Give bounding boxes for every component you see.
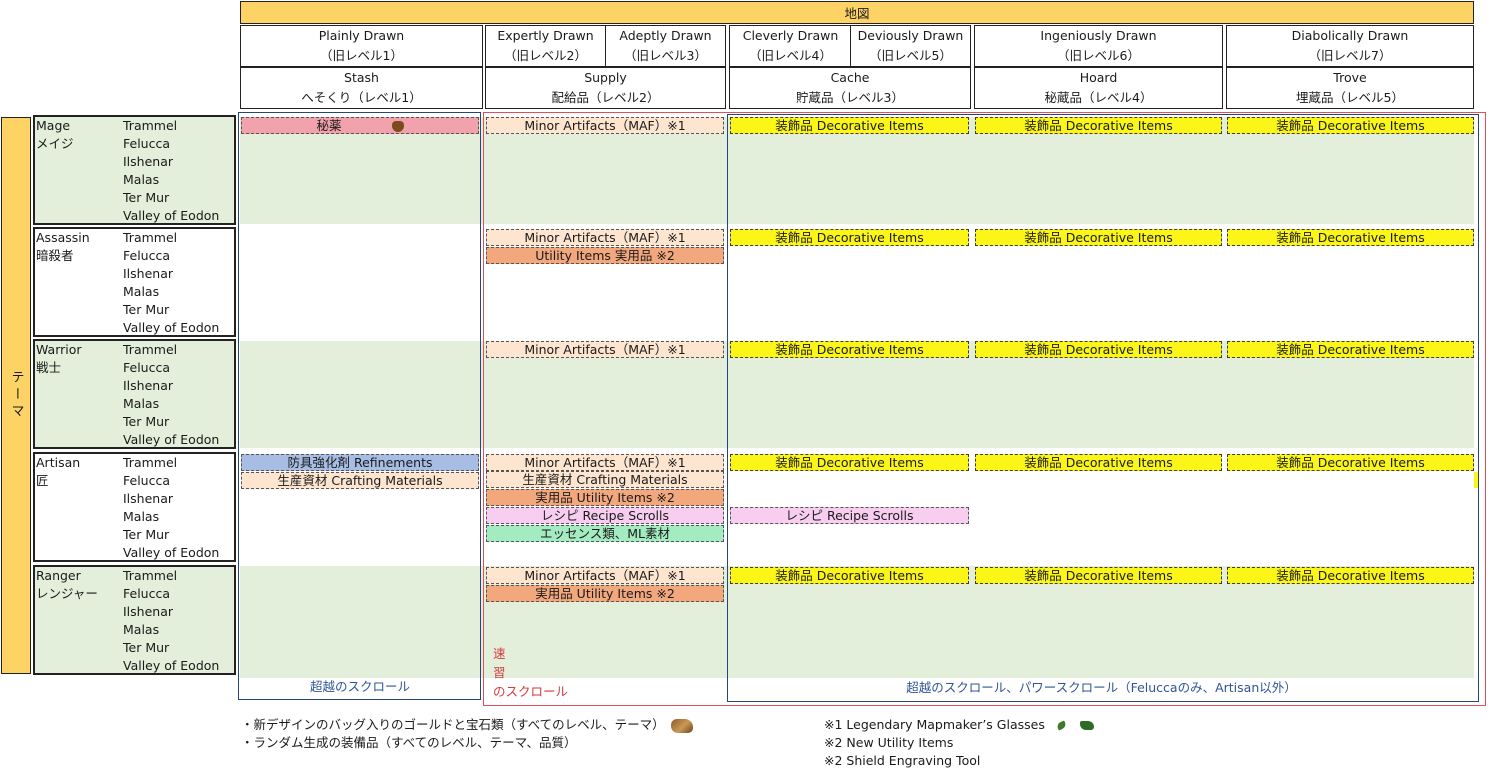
decorative-tag-ranger-trove: 装飾品 Decorative Items	[1227, 567, 1474, 584]
scroll-label-stash: 超越のスクロール	[309, 679, 410, 694]
crafting-tag-supply: 生産資材 Crafting Materials	[486, 471, 724, 488]
facet-list-artisan: Trammel Felucca Ilshenar Malas Ter Mur Valley…	[123, 455, 220, 560]
drawn-adeptly: Adeptly Drawn （旧レベル3）	[605, 25, 726, 67]
facet-list-assassin: Trammel Felucca Ilshenar Malas Ter Mur Valley…	[123, 230, 220, 335]
theme-mage-name: Mage メイジ	[36, 118, 74, 151]
level-cache: Cache 貯蔵品（レベル3）	[729, 67, 971, 109]
glasses-icon	[1079, 721, 1094, 730]
reagent-bag-icon	[391, 121, 404, 132]
glasses-icon	[1055, 720, 1067, 731]
theme-assassin-name: Assassin 暗殺者	[36, 230, 90, 263]
decorative-tag-mage-trove: 装飾品 Decorative Items	[1227, 117, 1474, 134]
decorative-tag-ranger-hoard: 装飾品 Decorative Items	[975, 567, 1222, 584]
utility-tag-assassin: Utility Items 実用品 ※2	[486, 247, 724, 264]
drawn-plainly: Plainly Drawn （旧レベル1）	[240, 25, 483, 67]
reagents-tag: 秘薬	[241, 117, 479, 134]
footnote-new-utility: ※2 New Utility Items	[824, 735, 954, 750]
scroll-label-supply: 速 習 のスクロール	[493, 646, 569, 699]
decorative-tag-warrior-cache: 装飾品 Decorative Items	[730, 341, 969, 358]
cache-outline	[727, 114, 1479, 702]
level-hoard: Hoard 秘蔵品（レベル4）	[974, 67, 1223, 109]
decorative-tag-artisan-cache: 装飾品 Decorative Items	[730, 454, 969, 471]
theme-label-bar: テーマ	[1, 117, 31, 674]
recipe-tag-supply: レシピ Recipe Scrolls	[486, 507, 724, 524]
decorative-tag-warrior-trove: 装飾品 Decorative Items	[1227, 341, 1474, 358]
scroll-label-high: 超越のスクロール、パワースクロール（Feluccaのみ、Artisan以外）	[906, 680, 1297, 695]
footnote-gold-gems: ・新デザインのバッグ入りのゴールドと宝石類（すべてのレベル、テーマ）	[241, 716, 693, 734]
maf-tag-ranger: Minor Artifacts（MAF）※1	[486, 567, 724, 584]
maf-tag-warrior: Minor Artifacts（MAF）※1	[486, 341, 724, 358]
footnote-mapmaker-glasses: ※1 Legendary Mapmaker’s Glasses	[824, 716, 1094, 734]
drawn-ingeniously: Ingeniously Drawn （旧レベル6）	[974, 25, 1223, 67]
maf-tag-mage: Minor Artifacts（MAF）※1	[486, 117, 724, 134]
facet-list-ranger: Trammel Felucca Ilshenar Malas Ter Mur Valley…	[123, 568, 220, 673]
gold-bag-icon	[670, 718, 693, 733]
theme-warrior-name: Warrior 戦士	[36, 342, 82, 375]
theme-label: テーマ	[8, 370, 24, 421]
level-supply: Supply 配給品（レベル2）	[485, 67, 726, 109]
decorative-tag-artisan-trove: 装飾品 Decorative Items	[1227, 454, 1474, 471]
decorative-tag-warrior-hoard: 装飾品 Decorative Items	[975, 341, 1222, 358]
decorative-tag-mage-cache: 装飾品 Decorative Items	[730, 117, 969, 134]
theme-artisan-name: Artisan 匠	[36, 455, 81, 488]
trove-overflow-mark	[1474, 472, 1478, 488]
refinements-tag: 防具強化剤 Refinements	[241, 454, 479, 471]
decorative-tag-assassin-trove: 装飾品 Decorative Items	[1227, 229, 1474, 246]
map-header-bar: 地図	[240, 1, 1474, 24]
maf-tag-assassin: Minor Artifacts（MAF）※1	[486, 229, 724, 246]
drawn-expertly: Expertly Drawn （旧レベル2）	[485, 25, 606, 67]
decorative-tag-assassin-cache: 装飾品 Decorative Items	[730, 229, 969, 246]
drawn-deviously: Deviously Drawn （旧レベル5）	[850, 25, 971, 67]
map-label: 地図	[844, 6, 870, 21]
level-trove: Trove 埋蔵品（レベル5）	[1226, 67, 1474, 109]
decorative-tag-artisan-hoard: 装飾品 Decorative Items	[975, 454, 1222, 471]
facet-list-mage: Trammel Felucca Ilshenar Malas Ter Mur Valley…	[123, 118, 220, 223]
level-stash: Stash へそくり（レベル1）	[240, 67, 483, 109]
drawn-diabolically: Diabolically Drawn （旧レベル7）	[1226, 25, 1474, 67]
utility-tag-artisan: 実用品 Utility Items ※2	[486, 489, 724, 506]
decorative-tag-assassin-hoard: 装飾品 Decorative Items	[975, 229, 1222, 246]
essence-tag: エッセンス類、ML素材	[486, 525, 724, 542]
footnote-random-equipment: ・ランダム生成の装備品（すべてのレベル、テーマ、品質）	[241, 735, 577, 750]
stash-outline	[238, 112, 481, 700]
facet-list-warrior: Trammel Felucca Ilshenar Malas Ter Mur Valley…	[123, 342, 220, 447]
utility-tag-ranger: 実用品 Utility Items ※2	[486, 585, 724, 602]
crafting-tag-stash: 生産資材 Crafting Materials	[241, 472, 479, 489]
theme-ranger-name: Ranger レンジャー	[36, 568, 98, 601]
drawn-cleverly: Cleverly Drawn （旧レベル4）	[729, 25, 852, 67]
decorative-tag-mage-hoard: 装飾品 Decorative Items	[975, 117, 1222, 134]
maf-tag-artisan: Minor Artifacts（MAF）※1	[486, 454, 724, 471]
footnote-shield-engraving: ※2 Shield Engraving Tool	[824, 753, 981, 768]
decorative-tag-ranger-cache: 装飾品 Decorative Items	[730, 567, 969, 584]
recipe-tag-cache: レシピ Recipe Scrolls	[730, 507, 969, 524]
